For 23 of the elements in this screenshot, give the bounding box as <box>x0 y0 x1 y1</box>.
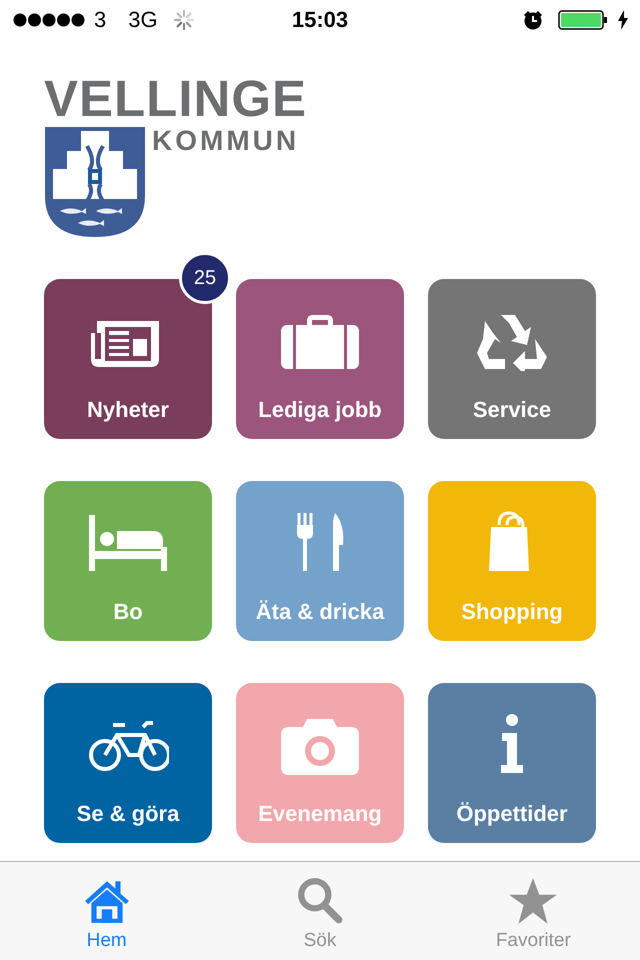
network-type: 3G <box>128 7 158 33</box>
tab-bar-item[interactable]: Hem <box>0 862 214 960</box>
count-badge: 25 <box>179 252 231 304</box>
charging-bolt-icon <box>618 10 628 30</box>
menu-tile[interactable]: Öppettider <box>428 683 596 843</box>
info-icon <box>500 713 524 775</box>
alarm-clock-icon <box>522 9 544 31</box>
star-icon <box>508 876 558 926</box>
battery-icon <box>558 9 610 31</box>
menu-tile[interactable]: Se & göra <box>44 683 212 843</box>
tab-bar-item[interactable]: Favoriter <box>426 862 640 960</box>
menu-tile[interactable]: Service <box>428 279 596 439</box>
clock-time: 15:03 <box>292 7 348 33</box>
menu-tile[interactable]: Lediga jobb <box>236 279 404 439</box>
carrier-name: 3 <box>94 7 106 33</box>
menu-tile[interactable]: Evenemang <box>236 683 404 843</box>
menu-tile[interactable]: Bo <box>44 481 212 641</box>
tab-bar-item[interactable]: Sök <box>213 862 427 960</box>
logo-subtitle: KOMMUN <box>152 126 300 156</box>
signal-strength-icon <box>12 12 86 28</box>
menu-tile[interactable]: Äta & dricka <box>236 481 404 641</box>
logo-title: VELLINGE <box>44 76 308 122</box>
activity-spinner-icon <box>174 10 194 30</box>
